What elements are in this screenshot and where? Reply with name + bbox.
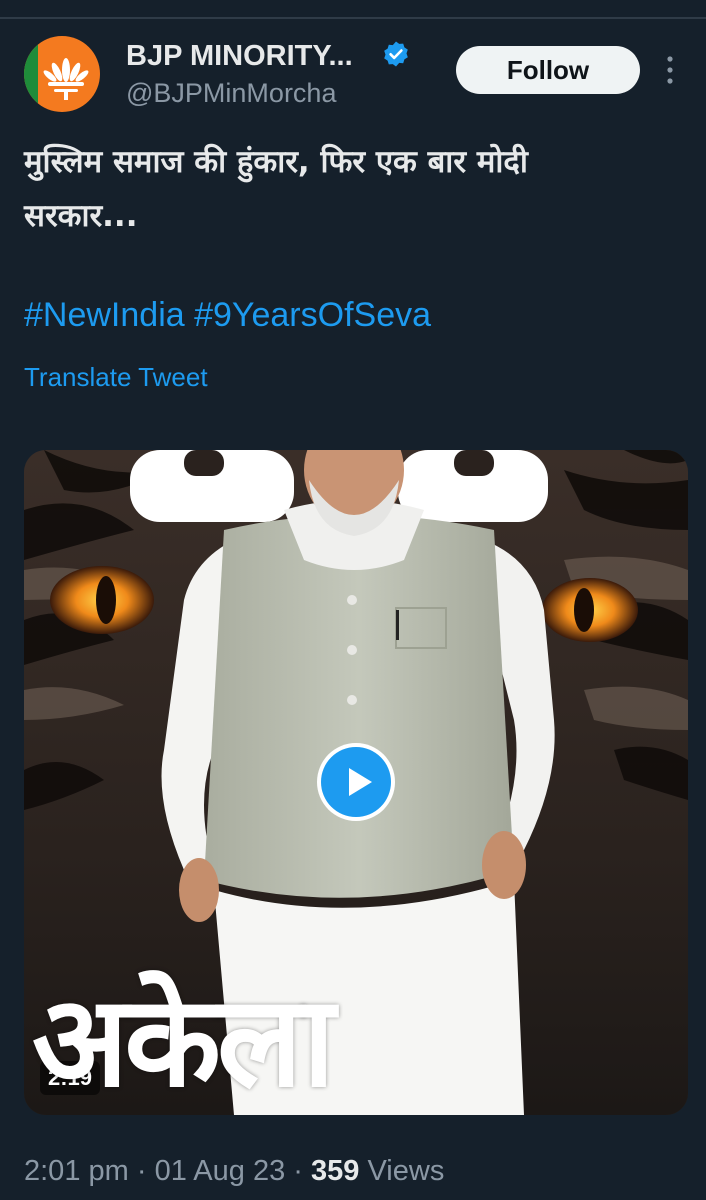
- play-icon: [321, 747, 391, 817]
- avatar[interactable]: [24, 36, 100, 112]
- hashtag-newindia[interactable]: #NewIndia: [24, 296, 185, 334]
- tweet-meta: 2:01 pm · 01 Aug 23 · 359 Views: [24, 1155, 444, 1188]
- views-label[interactable]: Views: [367, 1155, 444, 1187]
- verified-badge-icon: [384, 41, 408, 67]
- tweet-text-line-1: मुस्लिम समाज की हुंकार, फिर एक बार मोदी: [24, 144, 528, 180]
- follow-button[interactable]: Follow: [456, 46, 640, 94]
- hashtags: #NewIndia #9YearsOfSeva: [24, 296, 431, 335]
- bjp-lotus-logo: [43, 58, 89, 100]
- translate-tweet-link[interactable]: Translate Tweet: [24, 362, 208, 393]
- tweet-text: मुस्लिम समाज की हुंकार, फिर एक बार मोदी …: [24, 135, 664, 243]
- meta-separator-2: ·: [293, 1155, 303, 1187]
- play-button[interactable]: [317, 743, 395, 821]
- tweet-date[interactable]: 01 Aug 23: [155, 1155, 286, 1187]
- video-overlay-text: अकेला: [32, 968, 335, 1115]
- tweet-time[interactable]: 2:01 pm: [24, 1155, 129, 1187]
- tweet-page: BJP MINORITY... @BJPMinMorcha Follow मुस…: [0, 0, 706, 1200]
- views-count[interactable]: 359: [311, 1155, 359, 1187]
- author-handle[interactable]: @BJPMinMorcha: [126, 78, 336, 109]
- author-name[interactable]: BJP MINORITY...: [126, 40, 353, 73]
- more-vertical-icon[interactable]: [660, 54, 680, 86]
- tweet-text-line-2: सरकार...: [24, 198, 138, 234]
- top-divider: [0, 17, 706, 19]
- hashtag-9yearsofseva[interactable]: #9YearsOfSeva: [194, 296, 431, 334]
- meta-separator-1: ·: [136, 1155, 147, 1187]
